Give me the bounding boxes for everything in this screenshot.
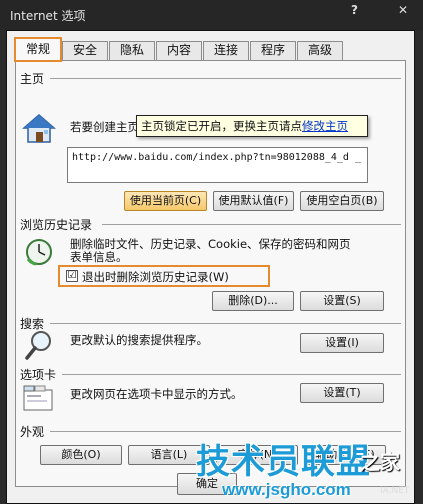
use-blank-button[interactable]: 使用空白页(B) — [300, 191, 384, 211]
tab-security[interactable]: 安全 — [62, 41, 108, 60]
languages-button[interactable]: 语言(L) — [128, 445, 210, 465]
tab-content[interactable]: 内容 — [156, 41, 202, 60]
colors-button[interactable]: 颜色(O) — [40, 445, 122, 465]
search-description: 更改默认的搜索提供程序。 — [70, 333, 208, 347]
tab-privacy[interactable]: 隐私 — [109, 41, 155, 60]
use-default-button[interactable]: 使用默认值(F) — [213, 191, 294, 211]
delete-on-exit-checkbox[interactable]: ☑ — [66, 270, 78, 282]
house-icon — [22, 114, 56, 143]
fonts-button[interactable]: 字体(N) — [216, 445, 298, 465]
history-description-1: 删除临时文件、历史记录、Cookie、保存的密码和网页 — [70, 237, 351, 251]
history-settings-button[interactable]: 设置(S) — [300, 291, 384, 311]
magnifier-icon — [25, 331, 51, 360]
tabs-settings-button[interactable]: 设置(T) — [300, 383, 384, 403]
home-description: 若要创建主页 — [70, 120, 139, 134]
tab-connections[interactable]: 连接 — [203, 41, 249, 60]
window-title: Internet 选项 — [10, 9, 86, 23]
change-home-link[interactable]: 修改主页 — [302, 119, 348, 133]
tab-advanced[interactable]: 高级 — [297, 41, 343, 60]
title-bar: Internet 选项 ? ✕ — [0, 0, 423, 30]
tab-programs[interactable]: 程序 — [250, 41, 296, 60]
ok-button[interactable]: 确定 — [177, 473, 237, 495]
history-description-2: 表单信息。 — [70, 250, 128, 264]
history-section-label: 浏览历史记录 — [20, 218, 93, 232]
dialog-body: 常规 安全 隐私 内容 连接 程序 高级 主页 若要创建主页 主页锁定已开启，更… — [6, 30, 415, 504]
tooltip-text: 主页锁定已开启，更换主页请点 — [141, 119, 302, 133]
tabs-icon — [23, 385, 53, 411]
home-section-label: 主页 — [20, 72, 45, 86]
help-button[interactable]: ? — [351, 3, 358, 17]
tab-general[interactable]: 常规 — [14, 37, 62, 62]
general-panel: 主页 若要创建主页 主页锁定已开启，更换主页请点修改主页 http://www.… — [15, 60, 406, 487]
accessibility-button[interactable]: 辅助功能(E) — [304, 445, 386, 465]
home-lock-tooltip: 主页锁定已开启，更换主页请点修改主页 — [136, 115, 368, 137]
delete-history-button[interactable]: 删除(D)... — [212, 291, 294, 311]
appearance-divider — [50, 431, 401, 432]
tabs-description: 更改网页在选项卡中显示的方式。 — [70, 387, 243, 401]
home-url-field[interactable]: http://www.baidu.com/index.php?tn=980120… — [67, 147, 368, 183]
close-button[interactable]: ✕ — [398, 3, 408, 17]
tabs-section-label: 选项卡 — [20, 368, 57, 382]
appearance-section-label: 外观 — [20, 425, 45, 439]
delete-on-exit-label: 退出时删除浏览历史记录(W) — [82, 270, 229, 284]
history-divider — [102, 224, 401, 225]
delete-on-exit-row[interactable]: ☑ 退出时删除浏览历史记录(W) — [58, 265, 270, 287]
search-divider — [50, 323, 401, 324]
use-current-button[interactable]: 使用当前页(C) — [124, 191, 207, 211]
tabs-divider — [62, 374, 401, 375]
search-settings-button[interactable]: 设置(I) — [300, 333, 384, 353]
home-divider — [50, 78, 401, 79]
clock-icon — [26, 239, 52, 266]
